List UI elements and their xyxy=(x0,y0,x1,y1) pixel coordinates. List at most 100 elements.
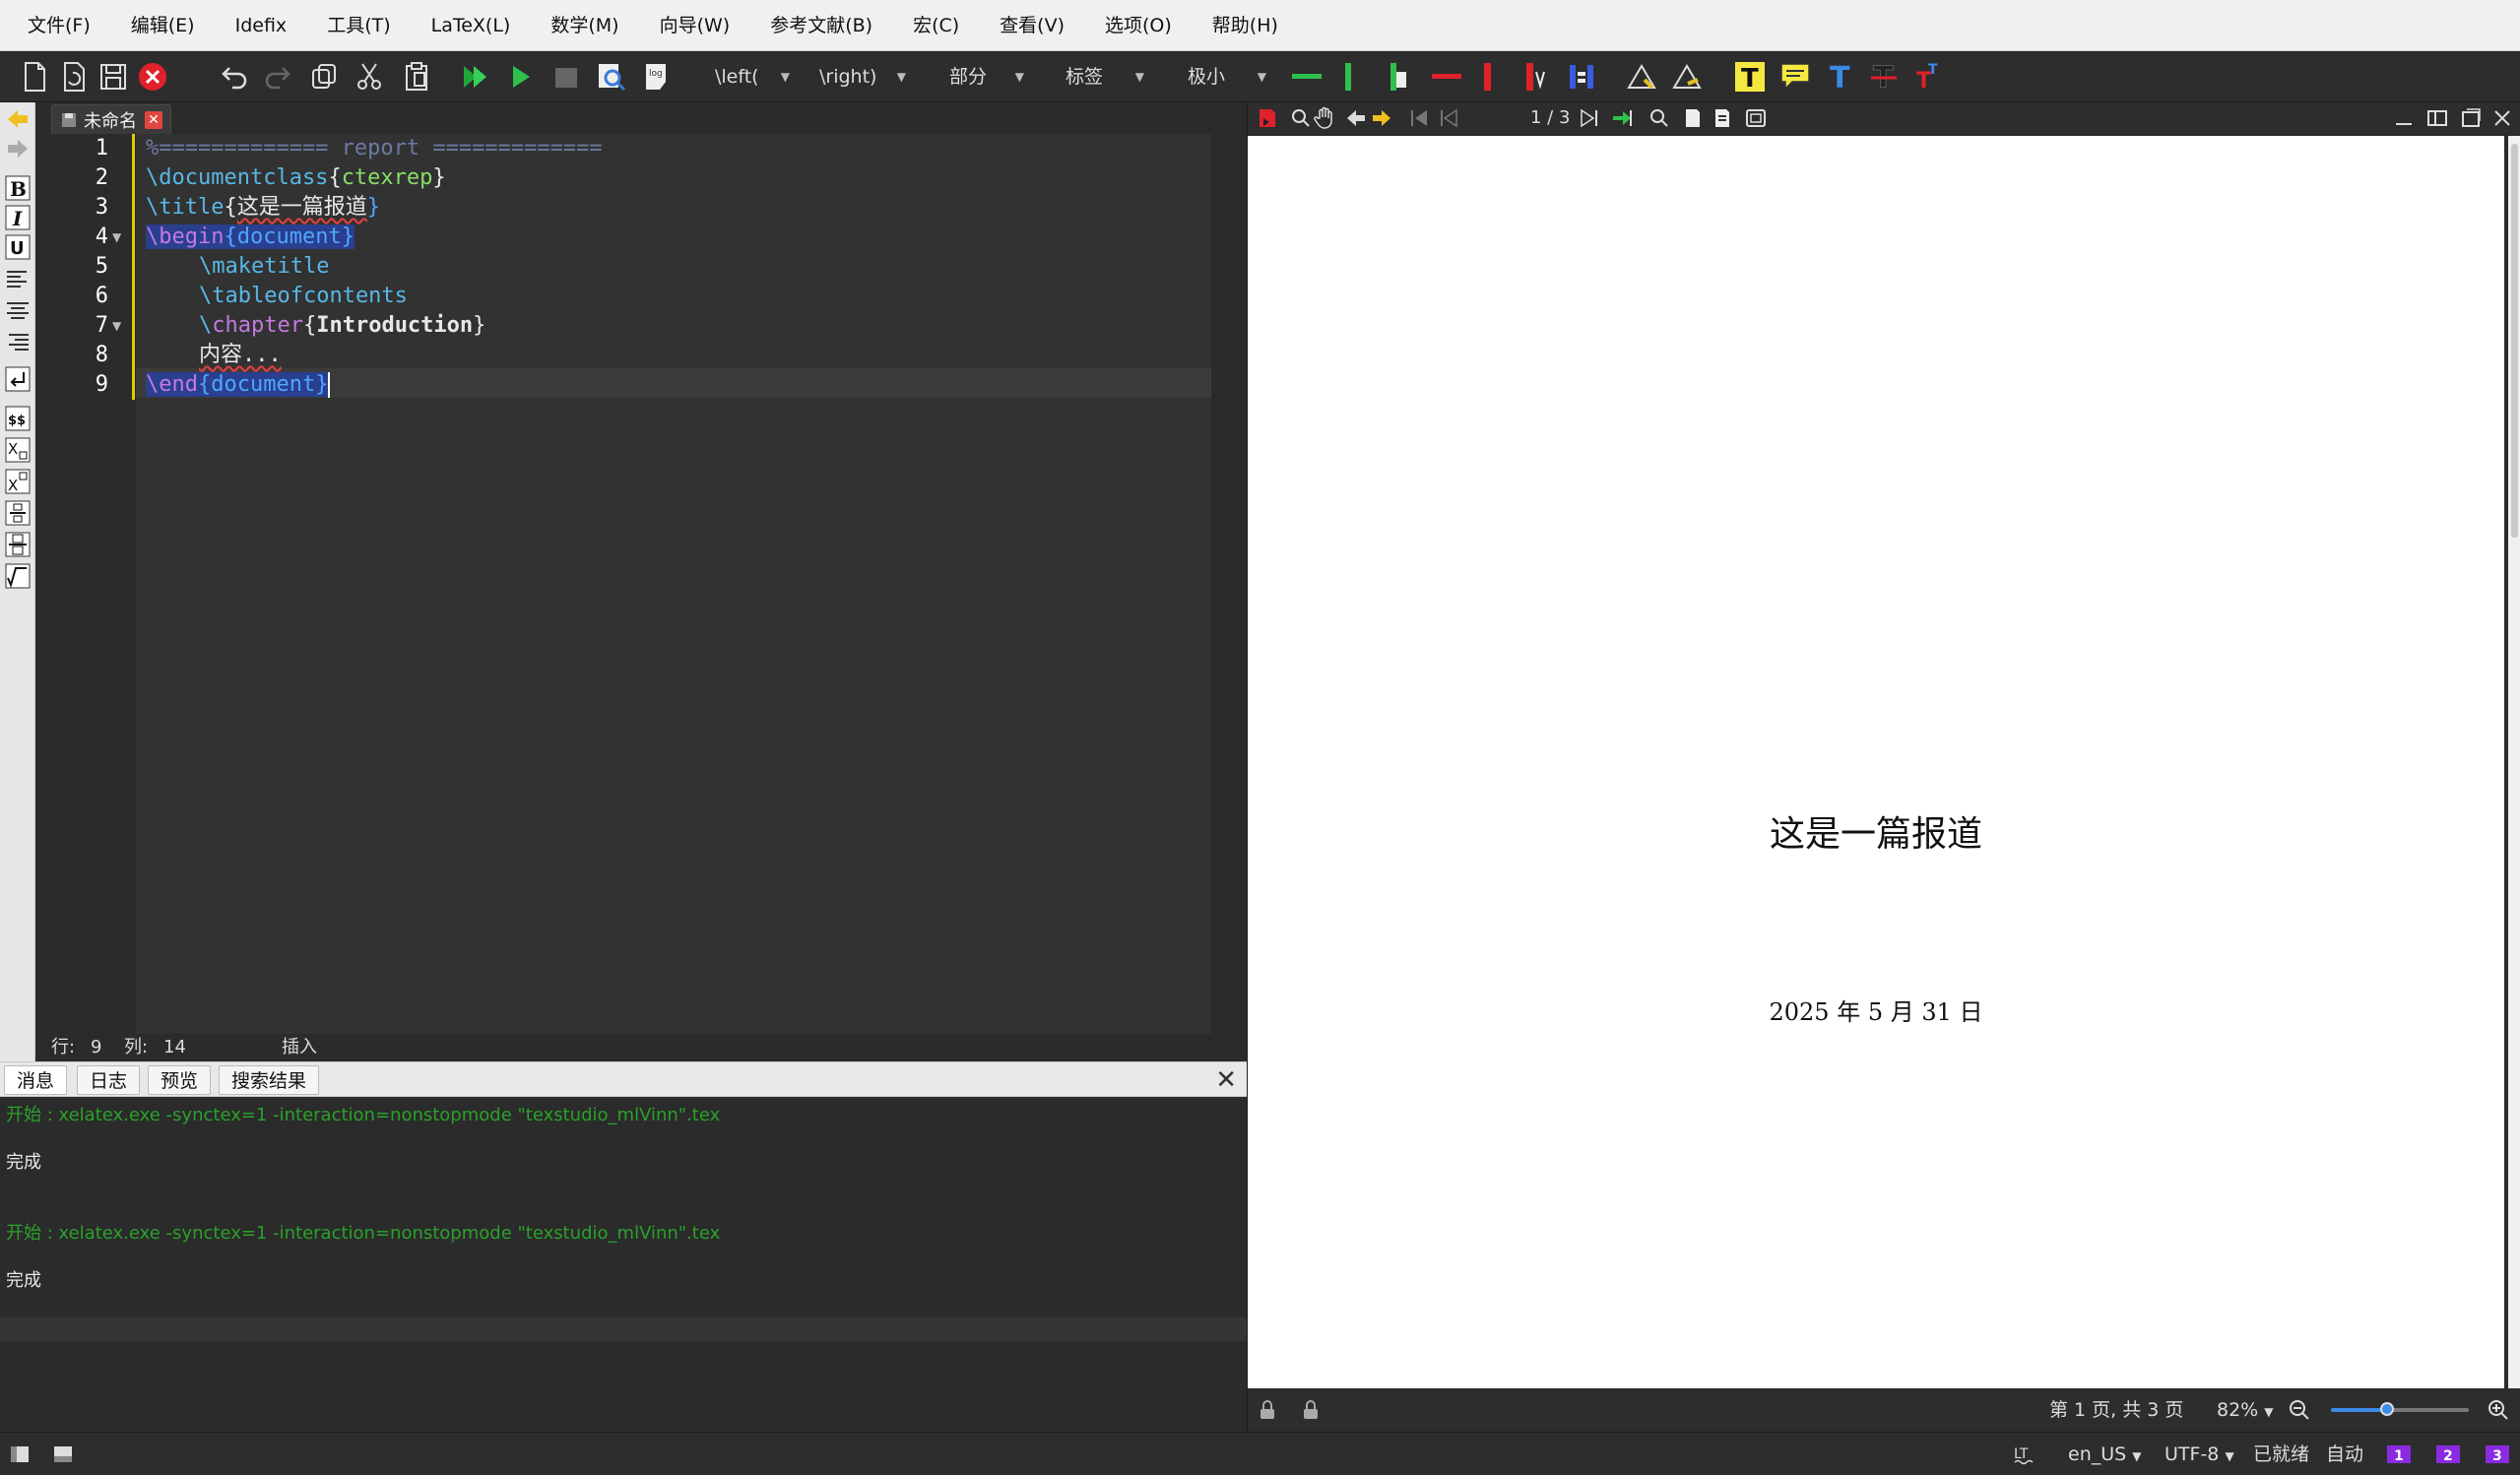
scrollbar-thumb[interactable] xyxy=(2511,144,2518,538)
encoding-selector[interactable]: UTF-8 ▼ xyxy=(2165,1443,2234,1468)
zoom-level[interactable]: 82% ▼ xyxy=(2217,1398,2274,1424)
align-center-icon[interactable] xyxy=(5,297,31,323)
size-combo[interactable]: 极小 ▼ xyxy=(1188,61,1266,93)
comment-icon[interactable] xyxy=(1778,60,1812,94)
remove-column-icon[interactable] xyxy=(1471,60,1505,94)
close-panel-icon[interactable]: ✕ xyxy=(1215,1066,1237,1094)
menu-idefix[interactable]: Idefix xyxy=(222,0,314,51)
insert-mode[interactable]: 插入 xyxy=(282,1034,317,1061)
italic-icon[interactable]: I xyxy=(5,205,31,230)
menu-help[interactable]: 帮助(H) xyxy=(1198,0,1305,51)
bookmark-up-icon[interactable] xyxy=(1625,60,1658,94)
superscript-icon[interactable]: X xyxy=(5,469,31,494)
menu-macros[interactable]: 宏(C) xyxy=(899,0,986,51)
search-icon[interactable] xyxy=(1648,106,1671,130)
zoom-out-icon[interactable] xyxy=(2288,1398,2311,1422)
align-left-icon[interactable] xyxy=(5,266,31,291)
dock-icon[interactable] xyxy=(2425,106,2449,130)
pdf-page[interactable]: 这是一篇报道 2025 年 5 月 31 日 xyxy=(1248,136,2504,1388)
arrow-left-icon[interactable] xyxy=(5,106,31,132)
single-page-icon[interactable] xyxy=(1681,106,1705,130)
menu-tools[interactable]: 工具(T) xyxy=(313,0,417,51)
menu-latex[interactable]: LaTeX(L) xyxy=(418,0,538,51)
previous-page-icon[interactable] xyxy=(1437,106,1460,130)
language-selector[interactable]: en_US ▼ xyxy=(2068,1443,2141,1468)
lock-icon[interactable] xyxy=(1256,1398,1279,1422)
superscript-text-icon[interactable]: TT xyxy=(1910,60,1944,94)
compile-icon[interactable] xyxy=(504,60,538,94)
newline-icon[interactable] xyxy=(5,366,31,392)
hand-tool-icon[interactable] xyxy=(1313,106,1336,130)
pdf-sync-icon[interactable] xyxy=(1256,106,1279,130)
cut-icon[interactable] xyxy=(353,60,386,94)
copy-icon[interactable] xyxy=(307,60,341,94)
maximize-icon[interactable] xyxy=(2459,106,2483,130)
fraction-icon[interactable] xyxy=(5,500,31,526)
redo-icon[interactable] xyxy=(262,60,295,94)
section-combo[interactable]: 部分 ▼ xyxy=(949,61,1024,93)
paste-icon[interactable] xyxy=(400,60,433,94)
add-row-icon[interactable] xyxy=(1290,60,1324,94)
menu-view[interactable]: 查看(V) xyxy=(986,0,1091,51)
forward-icon[interactable] xyxy=(1370,106,1393,130)
menu-math[interactable]: 数学(M) xyxy=(537,0,645,51)
menu-edit[interactable]: 编辑(E) xyxy=(117,0,222,51)
text-blue-icon[interactable]: T xyxy=(1824,60,1857,94)
align-right-icon[interactable] xyxy=(5,329,31,354)
inline-math-icon[interactable]: $$ xyxy=(5,406,31,431)
sqrt-icon[interactable] xyxy=(5,563,31,589)
zoom-slider[interactable] xyxy=(2331,1402,2469,1416)
minimize-icon[interactable] xyxy=(2392,106,2416,130)
bookmark-1-icon[interactable]: 1 xyxy=(2385,1443,2413,1472)
menu-file[interactable]: 文件(F) xyxy=(14,0,117,51)
dfrac-icon[interactable] xyxy=(5,532,31,557)
log-scroll-track[interactable] xyxy=(0,1317,1247,1341)
bookmark-2-icon[interactable]: 2 xyxy=(2434,1443,2462,1472)
messages-panel-icon[interactable] xyxy=(51,1443,75,1466)
lock-icon[interactable] xyxy=(1299,1398,1323,1422)
tab-preview[interactable]: 预览 xyxy=(148,1065,212,1095)
fit-width-icon[interactable] xyxy=(1711,106,1734,130)
fold-icon[interactable]: ▼ xyxy=(112,319,121,333)
subscript-icon[interactable]: X xyxy=(5,437,31,463)
first-page-icon[interactable] xyxy=(1407,106,1431,130)
right-delimiter-combo[interactable]: \right) ▼ xyxy=(819,61,906,93)
fold-icon[interactable]: ▼ xyxy=(112,230,121,244)
insert-column-icon[interactable] xyxy=(1383,60,1416,94)
add-column-icon[interactable] xyxy=(1331,60,1365,94)
label-combo[interactable]: 标签 ▼ xyxy=(1066,61,1144,93)
pdf-scrollbar[interactable] xyxy=(2508,136,2520,1388)
spellcheck-icon[interactable]: LT xyxy=(2013,1443,2036,1472)
cut-column-icon[interactable] xyxy=(1518,60,1552,94)
zoom-icon[interactable] xyxy=(1289,106,1313,130)
menu-wizards[interactable]: 向导(W) xyxy=(646,0,757,51)
view-pdf-icon[interactable] xyxy=(595,60,628,94)
close-icon[interactable] xyxy=(2490,106,2514,130)
zoom-in-icon[interactable] xyxy=(2487,1398,2510,1422)
strikeout-text-icon[interactable]: T xyxy=(1867,60,1901,94)
last-page-icon[interactable] xyxy=(1610,106,1634,130)
tab-search-results[interactable]: 搜索结果 xyxy=(219,1065,320,1095)
text-highlight-icon[interactable]: T xyxy=(1733,60,1767,94)
save-icon[interactable] xyxy=(97,60,130,94)
undo-icon[interactable] xyxy=(217,60,250,94)
arrow-right-icon[interactable] xyxy=(5,136,31,161)
align-columns-icon[interactable] xyxy=(1566,60,1599,94)
zoom-slider-handle[interactable] xyxy=(2380,1402,2394,1416)
tab-messages[interactable]: 消息 xyxy=(4,1065,68,1095)
left-delimiter-combo[interactable]: \left(▼ xyxy=(715,61,790,93)
fullscreen-icon[interactable] xyxy=(1744,106,1768,130)
structure-panel-icon[interactable] xyxy=(8,1443,32,1466)
bookmark-down-icon[interactable] xyxy=(1670,60,1704,94)
next-page-icon[interactable] xyxy=(1578,106,1601,130)
back-icon[interactable] xyxy=(1344,106,1368,130)
build-and-view-icon[interactable] xyxy=(459,60,492,94)
tab-log[interactable]: 日志 xyxy=(77,1065,141,1095)
open-file-icon[interactable] xyxy=(57,60,91,94)
close-icon[interactable]: ✕ xyxy=(145,110,162,129)
stop-compile-icon[interactable] xyxy=(549,60,583,94)
remove-row-icon[interactable] xyxy=(1430,60,1463,94)
underline-icon[interactable]: U xyxy=(5,234,31,260)
close-document-icon[interactable] xyxy=(136,60,169,94)
tab-untitled[interactable]: 未命名 ✕ xyxy=(51,104,171,134)
